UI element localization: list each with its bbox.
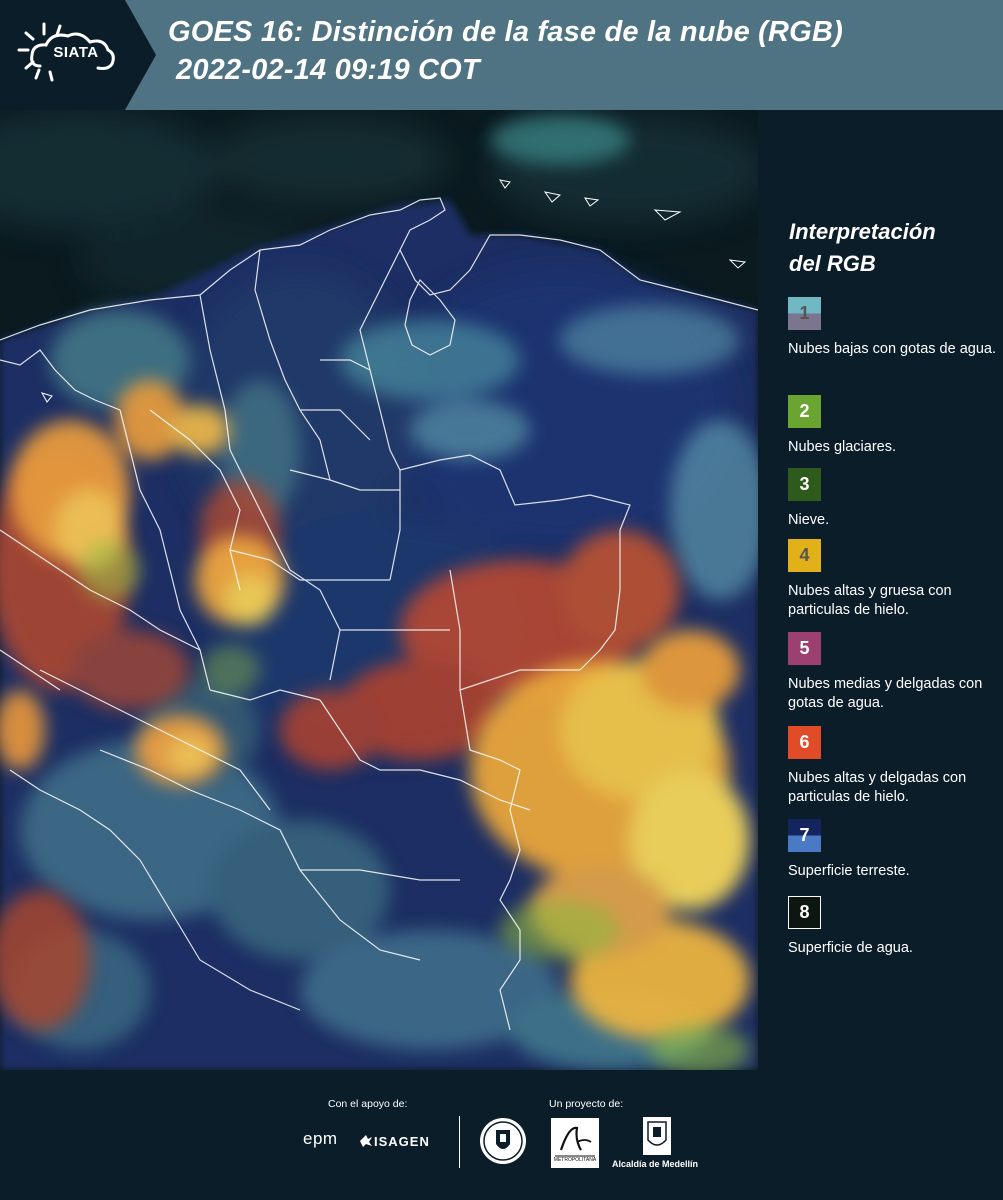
- legend-desc-6: Nubes altas y delgadas con particulas de…: [788, 770, 967, 805]
- legend-desc-4: Nubes altas y gruesa con particulas de h…: [788, 583, 952, 618]
- legend-item-1: 1 Nubes bajas con gotas de agua.: [788, 297, 1003, 359]
- page-title: GOES 16: Distinción de la fase de la nub…: [168, 16, 843, 48]
- legend-swatch-7: 7: [788, 819, 821, 852]
- isagen-logo: ISAGEN: [374, 1134, 430, 1149]
- header: SIATA GOES 16: Distinción de la fase de …: [0, 0, 1003, 110]
- legend-desc-5: Nubes medias y delgadas con gotas de agu…: [788, 676, 983, 711]
- support-label: Con el apoyo de:: [328, 1098, 408, 1110]
- page-timestamp: 2022-02-14 09:19 COT: [176, 54, 480, 86]
- legend-swatch-4: 4: [788, 539, 821, 572]
- legend-swatch-5: 5: [788, 632, 821, 665]
- alcaldia-shield-icon: [643, 1117, 671, 1155]
- legend-title: Interpretación del RGB: [789, 216, 999, 280]
- alcaldia-label: Alcaldía de Medellín: [612, 1159, 699, 1169]
- legend-item-7: 7 Superficie terreste.: [788, 819, 1003, 881]
- legend-swatch-6: 6: [788, 726, 821, 759]
- legend-title-line2: del RGB: [789, 251, 876, 276]
- legend-item-6: 6 Nubes altas y delgadas con particulas …: [788, 726, 1003, 807]
- legend-item-4: 4 Nubes altas y gruesa con particulas de…: [788, 539, 1003, 620]
- legend-item-5: 5 Nubes medias y delgadas con gotas de a…: [788, 632, 1003, 713]
- footer-divider: [459, 1116, 460, 1168]
- project-label: Un proyecto de:: [549, 1098, 624, 1110]
- legend-swatch-2: 2: [788, 395, 821, 428]
- legend-item-8: 8 Superficie de agua.: [788, 896, 1003, 958]
- footer: Con el apoyo de: Un proyecto de: epm ISA…: [0, 1070, 1003, 1200]
- legend-desc-8: Superficie de agua.: [788, 940, 913, 956]
- legend-swatch-8: 8: [788, 896, 821, 929]
- legend-desc-7: Superficie terreste.: [788, 863, 910, 879]
- siata-logo: SIATA: [0, 0, 156, 110]
- metropolitana-label: METROPOLITANA: [553, 1157, 597, 1163]
- logo-text: SIATA: [53, 44, 99, 61]
- seal-icon: [480, 1118, 526, 1164]
- area-metropolitana-logo: METROPOLITANA: [551, 1118, 599, 1168]
- isagen-icon: [360, 1135, 372, 1147]
- legend-swatch-1: 1: [788, 297, 821, 330]
- legend-desc-3: Nieve.: [788, 512, 830, 528]
- epm-logo: epm: [303, 1129, 338, 1148]
- legend-swatch-3: 3: [788, 468, 821, 501]
- legend-item-3: 3 Nieve.: [788, 468, 1003, 530]
- legend-panel: Interpretación del RGB 1 Nubes bajas con…: [762, 110, 1003, 1070]
- legend-desc-2: Nubes glaciares.: [788, 439, 896, 455]
- satellite-map: [0, 110, 758, 1070]
- legend-title-line1: Interpretación: [789, 219, 936, 244]
- legend-item-2: 2 Nubes glaciares.: [788, 395, 1003, 457]
- legend-desc-1: Nubes bajas con gotas de agua.: [788, 341, 996, 357]
